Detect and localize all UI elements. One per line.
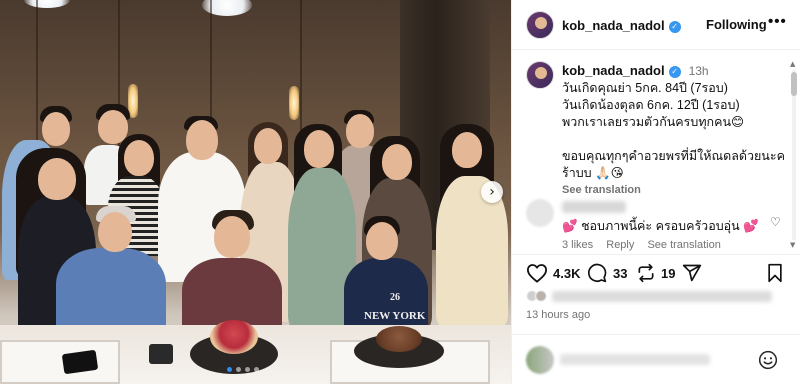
- avatar[interactable]: [526, 199, 554, 227]
- carousel-dot: [245, 367, 250, 372]
- carousel-dot: [227, 367, 232, 372]
- username-link[interactable]: kob_nada_nadol: [562, 18, 665, 33]
- caption-line: พวกเราเลยรวมตัวกันครบทุกคน😊: [562, 114, 788, 131]
- repost-action[interactable]: 19: [636, 263, 675, 283]
- comment-like-heart-icon[interactable]: ♡: [770, 215, 781, 229]
- reposts-count[interactable]: 19: [661, 266, 675, 281]
- wall-lamp: [289, 86, 299, 120]
- save-icon[interactable]: [766, 263, 784, 283]
- heart-icon[interactable]: [526, 263, 548, 283]
- caption-text: ร้าบบ: [562, 166, 592, 180]
- shirt-text: NEW YORK: [364, 310, 426, 322]
- following-button[interactable]: Following: [706, 17, 767, 32]
- liked-by-text[interactable]: [552, 290, 772, 302]
- chandelier-light: [24, 0, 70, 8]
- like-action[interactable]: 4.3K: [526, 263, 580, 283]
- comment-likes-link[interactable]: 3 likes: [562, 239, 593, 251]
- comments-scrollbar[interactable]: ▲ ▼: [790, 60, 798, 250]
- caption-line: วันเกิดน้องตุลด 6กค. 12ปี (1รอบ): [562, 98, 740, 112]
- likes-count[interactable]: 4.3K: [553, 266, 580, 281]
- reply-button[interactable]: Reply: [606, 239, 634, 251]
- verified-badge-icon: ✓: [668, 21, 681, 33]
- caption-header: kob_nada_nadol ✓ 13h: [562, 62, 788, 80]
- carousel-indicator: [227, 367, 259, 372]
- avatar[interactable]: [526, 11, 554, 39]
- see-translation-link[interactable]: See translation: [647, 239, 720, 251]
- save-action[interactable]: [766, 263, 784, 283]
- post-time[interactable]: 13h: [689, 64, 709, 78]
- verified-badge-icon: ✓: [668, 66, 681, 78]
- carousel-dot: [254, 367, 259, 372]
- comment-body: ชอบภาพนี้ค่ะ ครอบครัวอบอุ่น: [581, 219, 740, 233]
- comment-text: 💕 ชอบภาพนี้ค่ะ ครอบครัวอบอุ่น 💕: [562, 216, 759, 236]
- carousel-dot: [236, 367, 241, 372]
- hearts-emoji: 💕: [743, 219, 759, 233]
- emoji-icon[interactable]: [758, 350, 778, 370]
- avatar[interactable]: [526, 61, 554, 89]
- placemat: [0, 340, 120, 384]
- scroll-down-icon[interactable]: ▼: [790, 241, 795, 249]
- post-header: kob_nada_nadol ✓ Following •••: [512, 0, 800, 50]
- add-comment-bar: [512, 334, 800, 384]
- fruit-cake: [210, 320, 258, 354]
- repost-icon[interactable]: [636, 263, 656, 283]
- chocolate-cake: [376, 326, 422, 352]
- caption-line: ขอบคุณทุกๆคำอวยพรที่มีให้ณดลด้วยนะค: [562, 149, 785, 163]
- avatar: [526, 346, 554, 374]
- comments-count[interactable]: 33: [613, 266, 627, 281]
- caption-line: วันเกิดคุณย่า 5กค. 84ปี (7รอบ): [562, 81, 728, 95]
- post-media[interactable]: NEW YORK 26 ›: [0, 0, 511, 384]
- avatar: [535, 290, 547, 302]
- carousel-next-icon[interactable]: ›: [481, 181, 503, 203]
- caption-line: ร้าบบ 🙏🏻😘: [562, 165, 788, 182]
- post-sidebar: kob_nada_nadol ✓ Following ••• kob_nada_n…: [511, 0, 800, 384]
- share-action[interactable]: [682, 263, 702, 283]
- caption-body: kob_nada_nadol ✓ 13h วันเกิดคุณย่า 5กค. 84…: [562, 61, 788, 196]
- action-bar: 4.3K 33 19: [512, 254, 800, 288]
- phone: [149, 344, 173, 364]
- scroll-up-icon[interactable]: ▲: [790, 60, 795, 68]
- comment-icon[interactable]: [586, 263, 608, 283]
- smile-emoji: 😊: [731, 115, 745, 129]
- post-timestamp[interactable]: 13 hours ago: [526, 309, 590, 321]
- shirt-number: 26: [390, 292, 400, 303]
- author: kob_nada_nadol ✓: [562, 17, 681, 35]
- comment-username[interactable]: [562, 201, 626, 213]
- username-link[interactable]: kob_nada_nadol: [562, 63, 665, 78]
- caption-text: พวกเราเลยรวมตัวกันครบทุกคน: [562, 115, 732, 129]
- comments-list: kob_nada_nadol ✓ 13h วันเกิดคุณย่า 5กค. 84…: [512, 51, 792, 253]
- share-icon[interactable]: [682, 263, 702, 283]
- comment-meta: 3 likes Reply See translation: [562, 239, 731, 251]
- comment-action[interactable]: 33: [586, 263, 627, 283]
- hearts-emoji: 💕: [562, 219, 578, 233]
- scroll-thumb[interactable]: [791, 72, 797, 96]
- add-comment-input[interactable]: [560, 354, 710, 365]
- more-options-icon[interactable]: •••: [768, 13, 787, 30]
- liked-by[interactable]: [526, 290, 772, 302]
- see-translation-link[interactable]: See translation: [562, 184, 788, 196]
- pray-kiss-emoji: 🙏🏻😘: [595, 166, 624, 180]
